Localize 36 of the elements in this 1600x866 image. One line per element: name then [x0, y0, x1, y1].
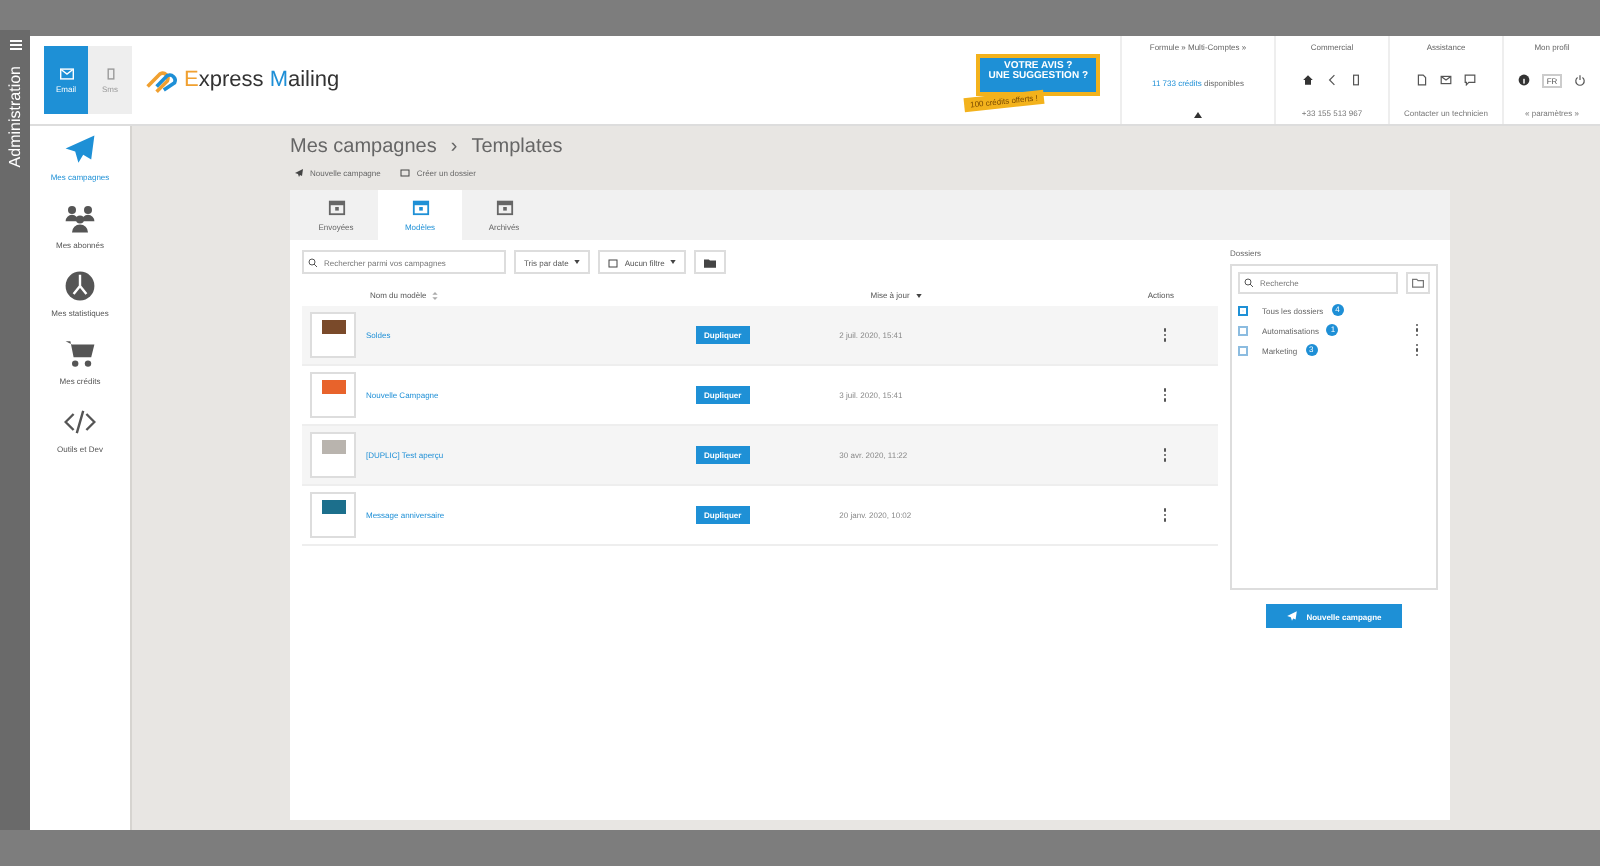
envelope-icon [59, 67, 73, 79]
cart-icon [63, 338, 96, 370]
mail-icon[interactable] [1440, 74, 1452, 86]
add-folder-button[interactable] [1406, 272, 1430, 294]
paper-plane-icon [63, 134, 96, 166]
breadcrumb-separator: › [450, 136, 458, 158]
paper-plane-icon [1286, 610, 1299, 622]
paper-plane-icon [294, 168, 304, 178]
home-icon[interactable] [1302, 74, 1314, 86]
chat-icon[interactable] [1464, 74, 1476, 86]
back-icon[interactable] [1326, 74, 1338, 86]
phone-icon [103, 67, 117, 79]
template-thumbnail[interactable] [310, 492, 356, 538]
page-title: Templates [471, 136, 563, 158]
template-thumbnail[interactable] [310, 432, 356, 478]
admin-label[interactable]: Administration [6, 66, 24, 168]
caret-icon [574, 260, 581, 264]
phone-icon[interactable] [1350, 74, 1362, 86]
power-icon[interactable] [1573, 74, 1586, 86]
logo-text: Express Mailing [184, 68, 340, 92]
paperclip-logo-icon [144, 67, 180, 93]
info-icon[interactable] [1518, 74, 1531, 86]
folder-button[interactable] [694, 250, 727, 274]
caret-icon[interactable] [1194, 112, 1202, 118]
checkbox[interactable] [1238, 325, 1248, 335]
caret-icon [670, 260, 677, 264]
checkbox[interactable] [1238, 345, 1248, 355]
code-icon [64, 406, 96, 438]
document-icon[interactable] [1416, 74, 1428, 86]
gauge-icon [64, 270, 96, 302]
template-thumbnail[interactable] [310, 312, 356, 358]
breadcrumb-link[interactable]: Mes campagnes [290, 136, 437, 158]
template-thumbnail[interactable] [310, 372, 356, 418]
checkbox[interactable] [1238, 305, 1248, 315]
menu-icon[interactable] [9, 40, 21, 50]
people-icon [63, 202, 96, 234]
